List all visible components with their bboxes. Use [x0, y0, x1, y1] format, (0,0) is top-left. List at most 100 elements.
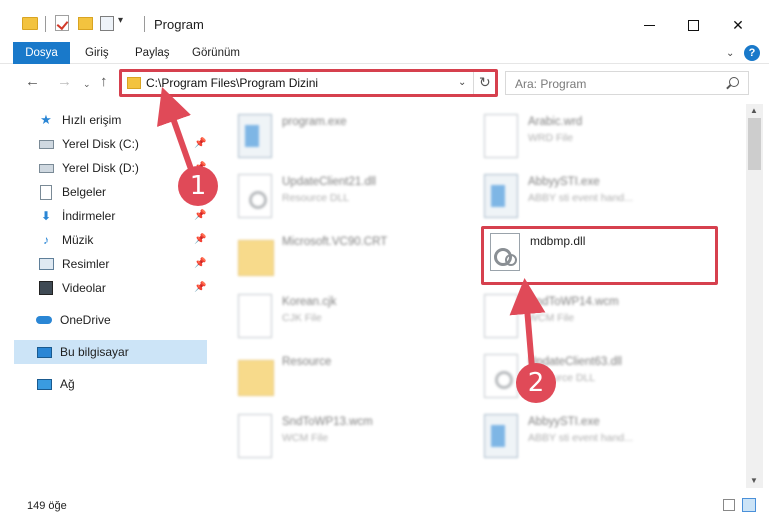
- sidebar-item-label: Müzik: [62, 233, 94, 247]
- sidebar-item-this-pc[interactable]: Bu bilgisayar: [14, 340, 207, 364]
- address-highlight-box: [119, 69, 498, 97]
- file-item[interactable]: SndToWP13.wcm WCM File: [234, 410, 474, 466]
- details-view-icon[interactable]: [723, 499, 735, 511]
- help-icon[interactable]: ?: [744, 45, 760, 61]
- file-type: WRD File: [528, 132, 573, 144]
- sidebar-item-downloads[interactable]: ⬇ İndirmeler 📌: [14, 204, 207, 228]
- file-item[interactable]: Korean.cjk CJK File: [234, 290, 474, 346]
- file-type: WCM File: [528, 312, 575, 324]
- sidebar-item-label: İndirmeler: [62, 209, 116, 223]
- file-icon: [484, 114, 518, 158]
- sidebar-item-label: OneDrive: [60, 313, 111, 327]
- file-item[interactable]: UpdateClient21.dll Resource DLL: [234, 170, 474, 226]
- file-item[interactable]: AbbyySTI.exe ABBY sti event hand...: [480, 410, 720, 466]
- file-item[interactable]: Resource: [234, 350, 474, 406]
- sidebar-item-videos[interactable]: Videolar 📌: [14, 276, 207, 300]
- sidebar-item-local-disk-c[interactable]: Yerel Disk (C:) 📌: [14, 132, 207, 156]
- file-type: ABBY sti event hand...: [528, 432, 633, 444]
- close-icon: ✕: [732, 16, 744, 33]
- pin-icon[interactable]: 📌: [194, 210, 206, 221]
- quick-access-properties-icon[interactable]: [100, 16, 114, 31]
- new-folder-icon[interactable]: [78, 17, 93, 30]
- search-box[interactable]: Ara: Program: [505, 71, 749, 95]
- sidebar-item-label: Bu bilgisayar: [60, 345, 129, 359]
- pin-icon[interactable]: 📌: [194, 234, 206, 245]
- sidebar-item-label: Resimler: [62, 257, 110, 271]
- videos-icon: [38, 281, 54, 295]
- onedrive-icon: [36, 313, 52, 327]
- up-button[interactable]: ↑: [100, 73, 108, 90]
- quick-access-dropdown-icon[interactable]: ▾: [118, 15, 123, 26]
- tab-view[interactable]: Görünüm: [192, 42, 240, 64]
- sidebar-item-local-disk-d[interactable]: Yerel Disk (D:) 📌: [14, 156, 207, 180]
- sidebar-item-network[interactable]: Ağ: [14, 372, 207, 396]
- file-icon: [484, 294, 518, 338]
- file-name: Korean.cjk: [282, 296, 337, 308]
- music-icon: ♪: [43, 233, 49, 247]
- sidebar-item-label: Ağ: [60, 377, 75, 391]
- file-list: program.exe Arabic.wrd WRD File UpdateCl…: [210, 104, 744, 488]
- pin-icon[interactable]: 📌: [194, 282, 206, 293]
- folder-icon: [238, 240, 274, 276]
- sidebar-item-pictures[interactable]: Resimler 📌: [14, 252, 207, 276]
- window-title: Program: [154, 17, 204, 32]
- scroll-down-icon[interactable]: ▼: [750, 476, 758, 485]
- pictures-icon: [38, 257, 54, 271]
- maximize-icon: [687, 19, 699, 31]
- vertical-scrollbar[interactable]: ▲ ▼: [746, 104, 763, 488]
- minimize-button[interactable]: [626, 12, 672, 38]
- dll-file-icon: [484, 354, 518, 398]
- dll-file-icon: [238, 174, 272, 218]
- tab-file[interactable]: Dosya: [13, 42, 70, 64]
- star-icon: ★: [40, 112, 52, 127]
- ribbon: Dosya Giriş Paylaş Görünüm ⌄ ?: [0, 42, 769, 64]
- file-item[interactable]: Microsoft.VC90.CRT: [234, 230, 474, 286]
- documents-icon: [38, 184, 54, 200]
- close-button[interactable]: ✕: [715, 12, 761, 38]
- sidebar-item-music[interactable]: ♪ Müzik 📌: [14, 228, 207, 252]
- sidebar-item-onedrive[interactable]: OneDrive: [14, 308, 207, 332]
- minimize-icon: [643, 24, 655, 26]
- expand-ribbon-icon[interactable]: ⌄: [726, 48, 734, 59]
- maximize-button[interactable]: [670, 12, 716, 38]
- file-item[interactable]: Arabic.wrd WRD File: [480, 110, 720, 166]
- search-icon[interactable]: [729, 77, 739, 87]
- scroll-up-icon[interactable]: ▲: [750, 106, 758, 115]
- pin-icon[interactable]: 📌: [194, 258, 206, 269]
- status-bar: 149 öğe: [0, 490, 769, 530]
- sidebar-item-label: Yerel Disk (C:): [62, 137, 139, 151]
- folder-icon: [238, 360, 274, 396]
- file-name: UpdateClient21.dll: [282, 176, 376, 188]
- file-icon: [238, 414, 272, 458]
- file-item[interactable]: AbbyySTI.exe ABBY sti event hand...: [480, 170, 720, 226]
- navigation-pane: ★ Hızlı erişim Yerel Disk (C:) 📌 Yerel D…: [0, 104, 208, 488]
- scroll-thumb[interactable]: [748, 118, 761, 170]
- tab-home[interactable]: Giriş: [85, 42, 109, 64]
- sidebar-item-quick-access[interactable]: ★ Hızlı erişim: [14, 108, 207, 132]
- recent-locations-icon[interactable]: ⌄: [83, 79, 91, 90]
- file-item[interactable]: SndToWP14.wcm WCM File: [480, 290, 720, 346]
- file-name: SndToWP13.wcm: [282, 416, 373, 428]
- search-input[interactable]: Ara: Program: [515, 77, 586, 91]
- sidebar-item-label: Belgeler: [62, 185, 107, 199]
- exe-file-icon: [238, 114, 272, 158]
- network-icon: [36, 377, 52, 391]
- pin-icon[interactable]: 📌: [194, 138, 206, 149]
- sidebar-item-label: Yerel Disk (D:): [62, 161, 139, 175]
- exe-file-icon: [484, 174, 518, 218]
- file-item[interactable]: program.exe: [234, 110, 474, 166]
- download-icon: ⬇: [40, 209, 52, 223]
- file-type: CJK File: [282, 312, 322, 324]
- folder-icon: [22, 17, 38, 30]
- drive-icon: [38, 161, 54, 175]
- step-1-badge: 1: [178, 166, 218, 206]
- toolbar-separator: [144, 16, 145, 32]
- file-name: Resource: [282, 356, 332, 368]
- back-button[interactable]: ←: [25, 73, 40, 90]
- tab-share[interactable]: Paylaş: [135, 42, 170, 64]
- forward-button[interactable]: →: [57, 73, 72, 90]
- file-name: program.exe: [282, 116, 347, 128]
- tiles-view-icon[interactable]: [742, 498, 756, 512]
- properties-check-icon[interactable]: [55, 15, 69, 31]
- sidebar-item-label: Hızlı erişim: [62, 113, 122, 127]
